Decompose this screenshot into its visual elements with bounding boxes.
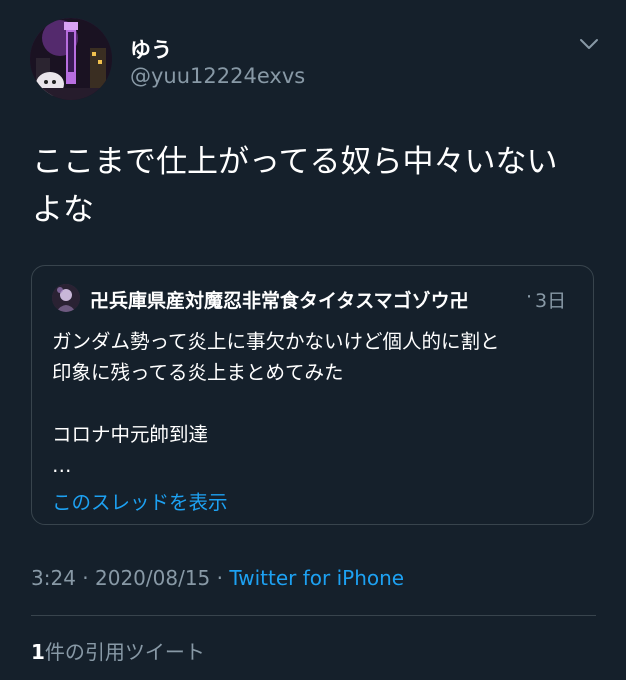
- quoted-text-line: [52, 388, 582, 419]
- tweet-text-line: よな: [32, 192, 94, 228]
- quote-tweets-count-link[interactable]: 1件の引用ツイート: [31, 636, 205, 665]
- tweet-time: 3:24: [31, 566, 76, 590]
- quoted-text-line: ガンダム勢って炎上に事欠かないけど個人的に割と: [52, 330, 500, 353]
- quoted-timestamp: 3日: [535, 290, 567, 312]
- tweet-source-link[interactable]: Twitter for iPhone: [229, 566, 404, 590]
- tweet-text: ここまで仕上がってる奴ら中々いない よな: [32, 138, 602, 234]
- show-thread-link[interactable]: このスレッドを表示: [52, 486, 228, 515]
- meta-separator: ·: [210, 566, 230, 590]
- author-display-name[interactable]: ゆう: [130, 34, 172, 64]
- tweet-detail: ゆう @yuu12224exvs ここまで仕上がってる奴ら中々いない よな 卍兵…: [0, 0, 626, 680]
- tweet-meta: 3:24 · 2020/08/15 · Twitter for iPhone: [31, 566, 404, 590]
- quoted-separator: ·: [526, 286, 533, 308]
- quote-count-number: 1: [31, 640, 45, 664]
- chevron-down-icon[interactable]: [578, 36, 600, 52]
- quoted-avatar-image: [52, 284, 80, 312]
- quote-count-label: 件の引用ツイート: [44, 640, 205, 664]
- avatar-image: [30, 18, 112, 100]
- quoted-tweet-text: ガンダム勢って炎上に事欠かないけど個人的に割と 印象に残ってる炎上まとめてみた …: [52, 326, 582, 481]
- quoted-text-line: 印象に残ってる炎上まとめてみた: [52, 361, 344, 384]
- quoted-tweet-card[interactable]: 卍兵庫県産対魔忍非常食タイタスマゴゾウ卍 · 3日 ガンダム勢って炎上に事欠かな…: [31, 265, 594, 525]
- user-avatar-icon[interactable]: [30, 18, 112, 100]
- meta-separator: ·: [75, 566, 95, 590]
- quoted-text-line: コロナ中元帥到達: [52, 423, 209, 446]
- quoted-text-line: …: [52, 454, 72, 477]
- tweet-date: 2020/08/15: [95, 566, 211, 590]
- quoted-author-name: 卍兵庫県産対魔忍非常食タイタスマゴゾウ卍: [90, 290, 469, 312]
- tweet-text-line: ここまで仕上がってる奴ら中々いない: [32, 144, 558, 180]
- author-handle[interactable]: @yuu12224exvs: [130, 64, 305, 88]
- quoted-user-avatar-icon: [52, 284, 80, 312]
- divider: [31, 615, 596, 616]
